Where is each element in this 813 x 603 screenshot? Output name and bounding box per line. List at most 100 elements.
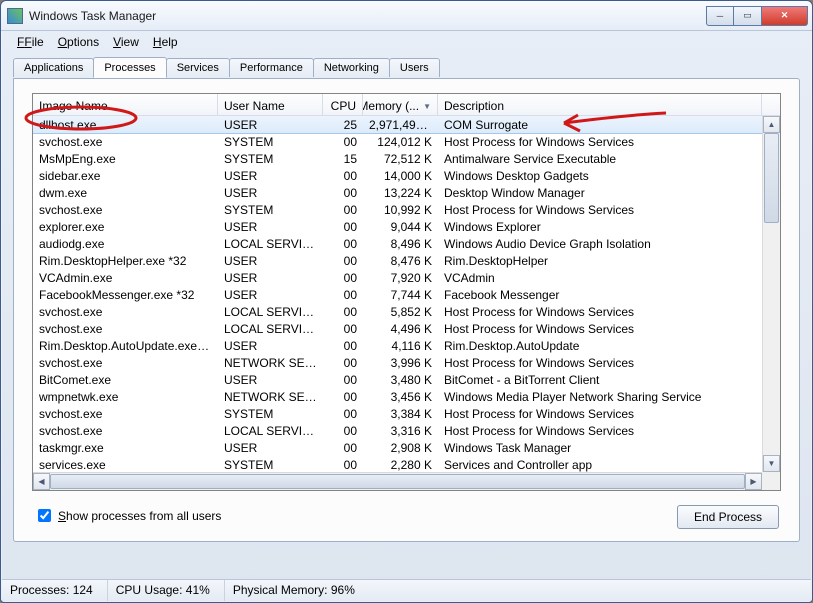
cell-description: BitComet - a BitTorrent Client <box>438 373 762 387</box>
cell-cpu: 00 <box>323 339 363 353</box>
process-row[interactable]: BitComet.exeUSER003,480 KBitComet - a Bi… <box>33 371 762 388</box>
hscroll-track[interactable] <box>50 473 745 490</box>
menubar: FFileFile Options View Help <box>1 31 812 53</box>
cell-description: Facebook Messenger <box>438 288 762 302</box>
cell-user-name: NETWORK SERVICE <box>218 356 323 370</box>
show-all-processes-label: Show processes from all users <box>58 509 221 523</box>
process-listview[interactable]: Image Name User Name CPU Memory (... Des… <box>32 93 781 491</box>
menu-help[interactable]: Help <box>147 33 184 51</box>
end-process-button[interactable]: EEnd Processnd Process <box>677 505 779 529</box>
cell-user-name: USER <box>218 118 323 132</box>
menu-view[interactable]: View <box>107 33 145 51</box>
cell-description: COM Surrogate <box>438 118 762 132</box>
cell-cpu: 00 <box>323 288 363 302</box>
cell-memory: 9,044 K <box>363 220 438 234</box>
cell-user-name: LOCAL SERVICE <box>218 305 323 319</box>
cell-user-name: LOCAL SERVICE <box>218 237 323 251</box>
process-row[interactable]: VCAdmin.exeUSER007,920 KVCAdmin <box>33 269 762 286</box>
cell-memory: 3,316 K <box>363 424 438 438</box>
process-row[interactable]: sidebar.exeUSER0014,000 KWindows Desktop… <box>33 167 762 184</box>
cell-image-name: svchost.exe <box>33 424 218 438</box>
cell-user-name: USER <box>218 339 323 353</box>
menu-options[interactable]: Options <box>52 33 105 51</box>
cell-cpu: 00 <box>323 322 363 336</box>
process-row[interactable]: explorer.exeUSER009,044 KWindows Explore… <box>33 218 762 235</box>
status-cpu: CPU Usage: 41% <box>108 580 225 601</box>
tab-performance[interactable]: Performance <box>229 58 314 77</box>
scroll-right-button[interactable]: ▶ <box>745 473 762 490</box>
minimize-button[interactable]: ─ <box>706 6 734 26</box>
tab-applications[interactable]: Applications <box>13 58 94 77</box>
task-manager-window: Windows Task Manager ─ ▭ ✕ FFileFile Opt… <box>0 0 813 603</box>
horizontal-scrollbar[interactable]: ◀ ▶ <box>33 472 762 490</box>
hscroll-thumb[interactable] <box>50 474 745 489</box>
process-row[interactable]: dwm.exeUSER0013,224 KDesktop Window Mana… <box>33 184 762 201</box>
process-row[interactable]: svchost.exeLOCAL SERVICE004,496 KHost Pr… <box>33 320 762 337</box>
cell-description: Windows Audio Device Graph Isolation <box>438 237 762 251</box>
cell-image-name: wmpnetwk.exe <box>33 390 218 404</box>
cell-memory: 3,384 K <box>363 407 438 421</box>
cell-cpu: 00 <box>323 407 363 421</box>
cell-image-name: svchost.exe <box>33 135 218 149</box>
cell-cpu: 00 <box>323 135 363 149</box>
header-user-name[interactable]: User Name <box>218 94 323 115</box>
process-row[interactable]: services.exeSYSTEM002,280 KServices and … <box>33 456 762 472</box>
scroll-down-button[interactable]: ▼ <box>763 455 780 472</box>
tab-processes[interactable]: Processes <box>93 57 166 78</box>
header-cpu[interactable]: CPU <box>323 94 363 115</box>
maximize-button[interactable]: ▭ <box>734 6 762 26</box>
vscroll-thumb[interactable] <box>764 133 779 223</box>
cell-image-name: VCAdmin.exe <box>33 271 218 285</box>
cell-description: Host Process for Windows Services <box>438 322 762 336</box>
cell-memory: 4,116 K <box>363 339 438 353</box>
scroll-left-button[interactable]: ◀ <box>33 473 50 490</box>
cell-description: VCAdmin <box>438 271 762 285</box>
show-all-processes-input[interactable] <box>38 509 51 522</box>
scroll-up-button[interactable]: ▲ <box>763 116 780 133</box>
process-row[interactable]: Rim.Desktop.AutoUpdate.exe *32USER004,11… <box>33 337 762 354</box>
cell-cpu: 00 <box>323 203 363 217</box>
tab-services[interactable]: Services <box>166 58 230 77</box>
process-row[interactable]: wmpnetwk.exeNETWORK SERVICE003,456 KWind… <box>33 388 762 405</box>
process-row[interactable]: svchost.exeNETWORK SERVICE003,996 KHost … <box>33 354 762 371</box>
process-row[interactable]: dllhost.exeUSER252,971,496 KCOM Surrogat… <box>33 116 762 133</box>
cell-memory: 8,496 K <box>363 237 438 251</box>
process-row[interactable]: svchost.exeLOCAL SERVICE003,316 KHost Pr… <box>33 422 762 439</box>
tab-users[interactable]: Users <box>389 58 440 77</box>
menu-file[interactable]: FFileFile <box>11 33 50 51</box>
vertical-scrollbar[interactable]: ▲ ▼ <box>762 116 780 472</box>
cell-memory: 4,496 K <box>363 322 438 336</box>
process-row[interactable]: svchost.exeSYSTEM0010,992 KHost Process … <box>33 201 762 218</box>
header-description[interactable]: Description <box>438 94 762 115</box>
cell-cpu: 00 <box>323 271 363 285</box>
cell-cpu: 15 <box>323 152 363 166</box>
process-row[interactable]: audiodg.exeLOCAL SERVICE008,496 KWindows… <box>33 235 762 252</box>
header-memory[interactable]: Memory (... <box>363 94 438 115</box>
process-row[interactable]: taskmgr.exeUSER002,908 KWindows Task Man… <box>33 439 762 456</box>
close-button[interactable]: ✕ <box>762 6 808 26</box>
cell-cpu: 00 <box>323 390 363 404</box>
content-frame: Image Name User Name CPU Memory (... Des… <box>13 78 800 542</box>
header-image-name[interactable]: Image Name <box>33 94 218 115</box>
cell-cpu: 00 <box>323 356 363 370</box>
statusbar: Processes: 124 CPU Usage: 41% Physical M… <box>2 579 811 601</box>
cell-cpu: 00 <box>323 373 363 387</box>
cell-image-name: FacebookMessenger.exe *32 <box>33 288 218 302</box>
cell-description: Antimalware Service Executable <box>438 152 762 166</box>
process-row[interactable]: svchost.exeSYSTEM00124,012 KHost Process… <box>33 133 762 150</box>
process-row[interactable]: Rim.DesktopHelper.exe *32USER008,476 KRi… <box>33 252 762 269</box>
process-row[interactable]: MsMpEng.exeSYSTEM1572,512 KAntimalware S… <box>33 150 762 167</box>
cell-cpu: 00 <box>323 220 363 234</box>
cell-image-name: explorer.exe <box>33 220 218 234</box>
cell-image-name: dllhost.exe <box>33 118 218 132</box>
cell-description: Windows Task Manager <box>438 441 762 455</box>
tab-networking[interactable]: Networking <box>313 58 390 77</box>
caption-buttons: ─ ▭ ✕ <box>706 6 808 26</box>
process-row[interactable]: svchost.exeLOCAL SERVICE005,852 KHost Pr… <box>33 303 762 320</box>
listview-body[interactable]: dllhost.exeUSER252,971,496 KCOM Surrogat… <box>33 116 762 472</box>
process-row[interactable]: svchost.exeSYSTEM003,384 KHost Process f… <box>33 405 762 422</box>
cell-description: Host Process for Windows Services <box>438 407 762 421</box>
show-all-processes-checkbox[interactable]: Show processes from all users <box>34 506 221 525</box>
titlebar[interactable]: Windows Task Manager ─ ▭ ✕ <box>1 1 812 31</box>
process-row[interactable]: FacebookMessenger.exe *32USER007,744 KFa… <box>33 286 762 303</box>
